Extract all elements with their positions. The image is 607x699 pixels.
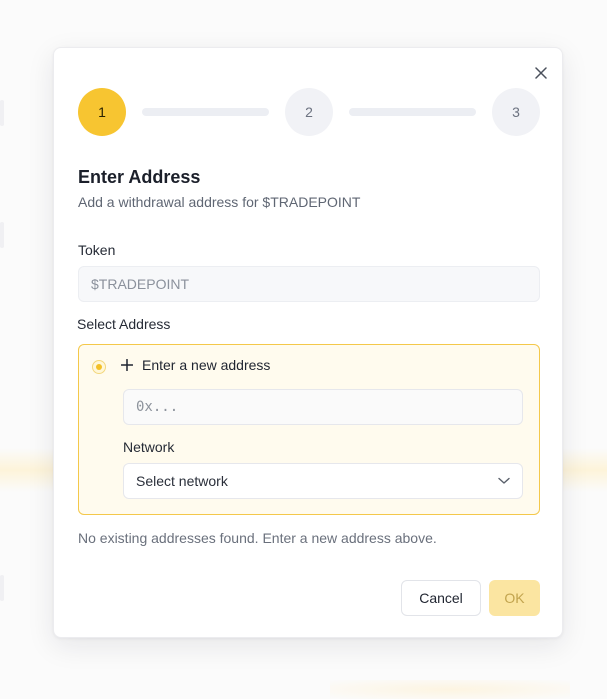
withdrawal-address-modal: 1 2 3 Enter Address Add a withdrawal add… (53, 47, 563, 638)
step-1: 1 (78, 88, 126, 136)
cancel-button[interactable]: Cancel (401, 580, 481, 616)
step-connector (349, 108, 476, 116)
radio-selected-dot (96, 364, 102, 370)
step-2: 2 (285, 88, 333, 136)
step-3: 3 (492, 88, 540, 136)
background-edge (0, 100, 4, 126)
close-button[interactable] (532, 64, 550, 82)
background-edge (0, 575, 4, 601)
token-label: Token (78, 242, 116, 258)
plus-icon (119, 357, 135, 373)
new-address-label: Enter a new address (142, 357, 271, 373)
token-field: $TRADEPOINT (78, 266, 540, 302)
address-input[interactable] (123, 389, 523, 425)
background-edge (0, 222, 4, 248)
network-select[interactable]: Select network (123, 463, 523, 499)
close-icon (535, 67, 547, 79)
select-address-label: Select Address (77, 316, 171, 332)
network-label: Network (123, 439, 175, 455)
stepper: 1 2 3 (78, 88, 540, 136)
chevron-down-icon (498, 477, 510, 484)
ok-button[interactable]: OK (489, 580, 540, 616)
modal-subtitle: Add a withdrawal address for $TRADEPOINT (78, 194, 361, 210)
step-connector (142, 108, 269, 116)
new-address-option: Enter a new address Network Select netwo… (78, 344, 540, 515)
network-select-value: Select network (136, 473, 228, 489)
background-glow-bottom (330, 680, 570, 699)
empty-addresses-note: No existing addresses found. Enter a new… (78, 530, 437, 546)
token-value: $TRADEPOINT (91, 276, 190, 292)
modal-title: Enter Address (78, 167, 201, 187)
new-address-radio[interactable] (92, 360, 106, 374)
